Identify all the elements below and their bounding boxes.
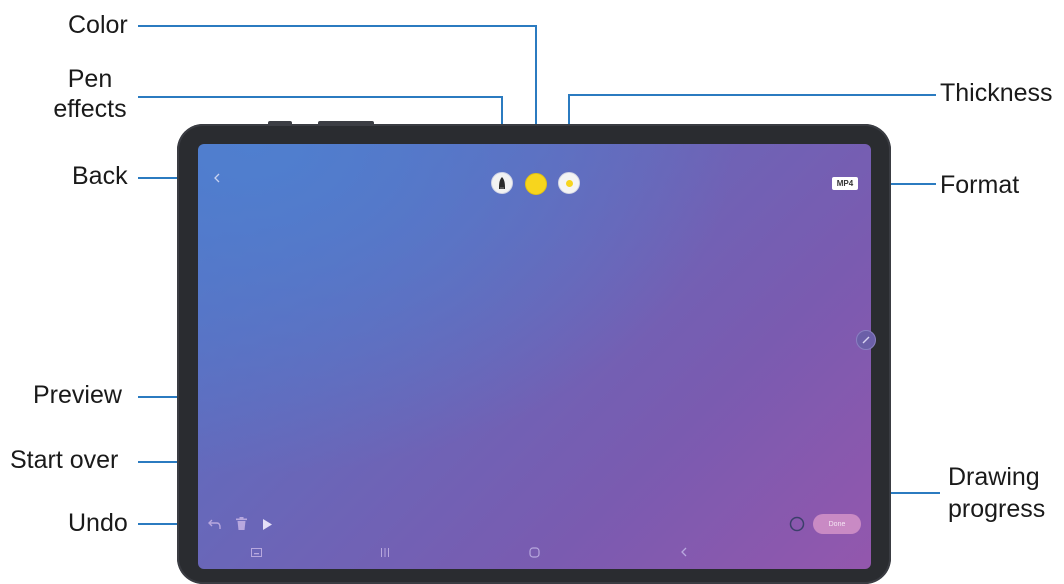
callout-pen-effects: Pen effects — [53, 65, 127, 123]
leader-line-color — [138, 25, 536, 27]
tablet-volume-button — [318, 121, 374, 126]
leader-line-pen-effects — [138, 96, 502, 98]
play-icon[interactable] — [259, 516, 275, 532]
chevron-left-icon[interactable] — [210, 170, 224, 186]
callout-color: Color — [68, 11, 128, 39]
tablet-side-button — [268, 121, 292, 126]
home-icon[interactable] — [527, 545, 541, 559]
done-button[interactable]: Done — [813, 514, 861, 534]
callout-undo: Undo — [68, 509, 128, 537]
format-label: MP4 — [836, 179, 854, 188]
callout-back: Back — [72, 162, 128, 190]
thickness-dot-icon — [565, 179, 573, 187]
leader-line-thickness — [568, 94, 936, 96]
edit-pen-icon[interactable] — [856, 330, 876, 350]
pen-nib-icon — [499, 177, 505, 189]
nav-back-icon[interactable] — [676, 545, 690, 559]
color-button[interactable] — [525, 173, 547, 195]
undo-icon[interactable] — [206, 516, 224, 532]
drawing-canvas[interactable] — [198, 144, 871, 569]
pen-effects-button[interactable] — [491, 172, 513, 194]
recents-icon[interactable] — [378, 545, 392, 559]
keyboard-icon[interactable] — [249, 545, 263, 559]
callout-thickness: Thickness — [940, 79, 1053, 107]
thickness-button[interactable] — [558, 172, 580, 194]
format-button[interactable]: MP4 — [832, 177, 858, 190]
trash-icon[interactable] — [233, 515, 249, 532]
callout-format: Format — [940, 171, 1020, 199]
callout-drawing-progress: Drawing progress — [948, 463, 1046, 523]
callout-preview: Preview — [33, 381, 122, 409]
progress-ring-icon — [788, 515, 806, 533]
callout-start-over: Start over — [10, 446, 119, 474]
